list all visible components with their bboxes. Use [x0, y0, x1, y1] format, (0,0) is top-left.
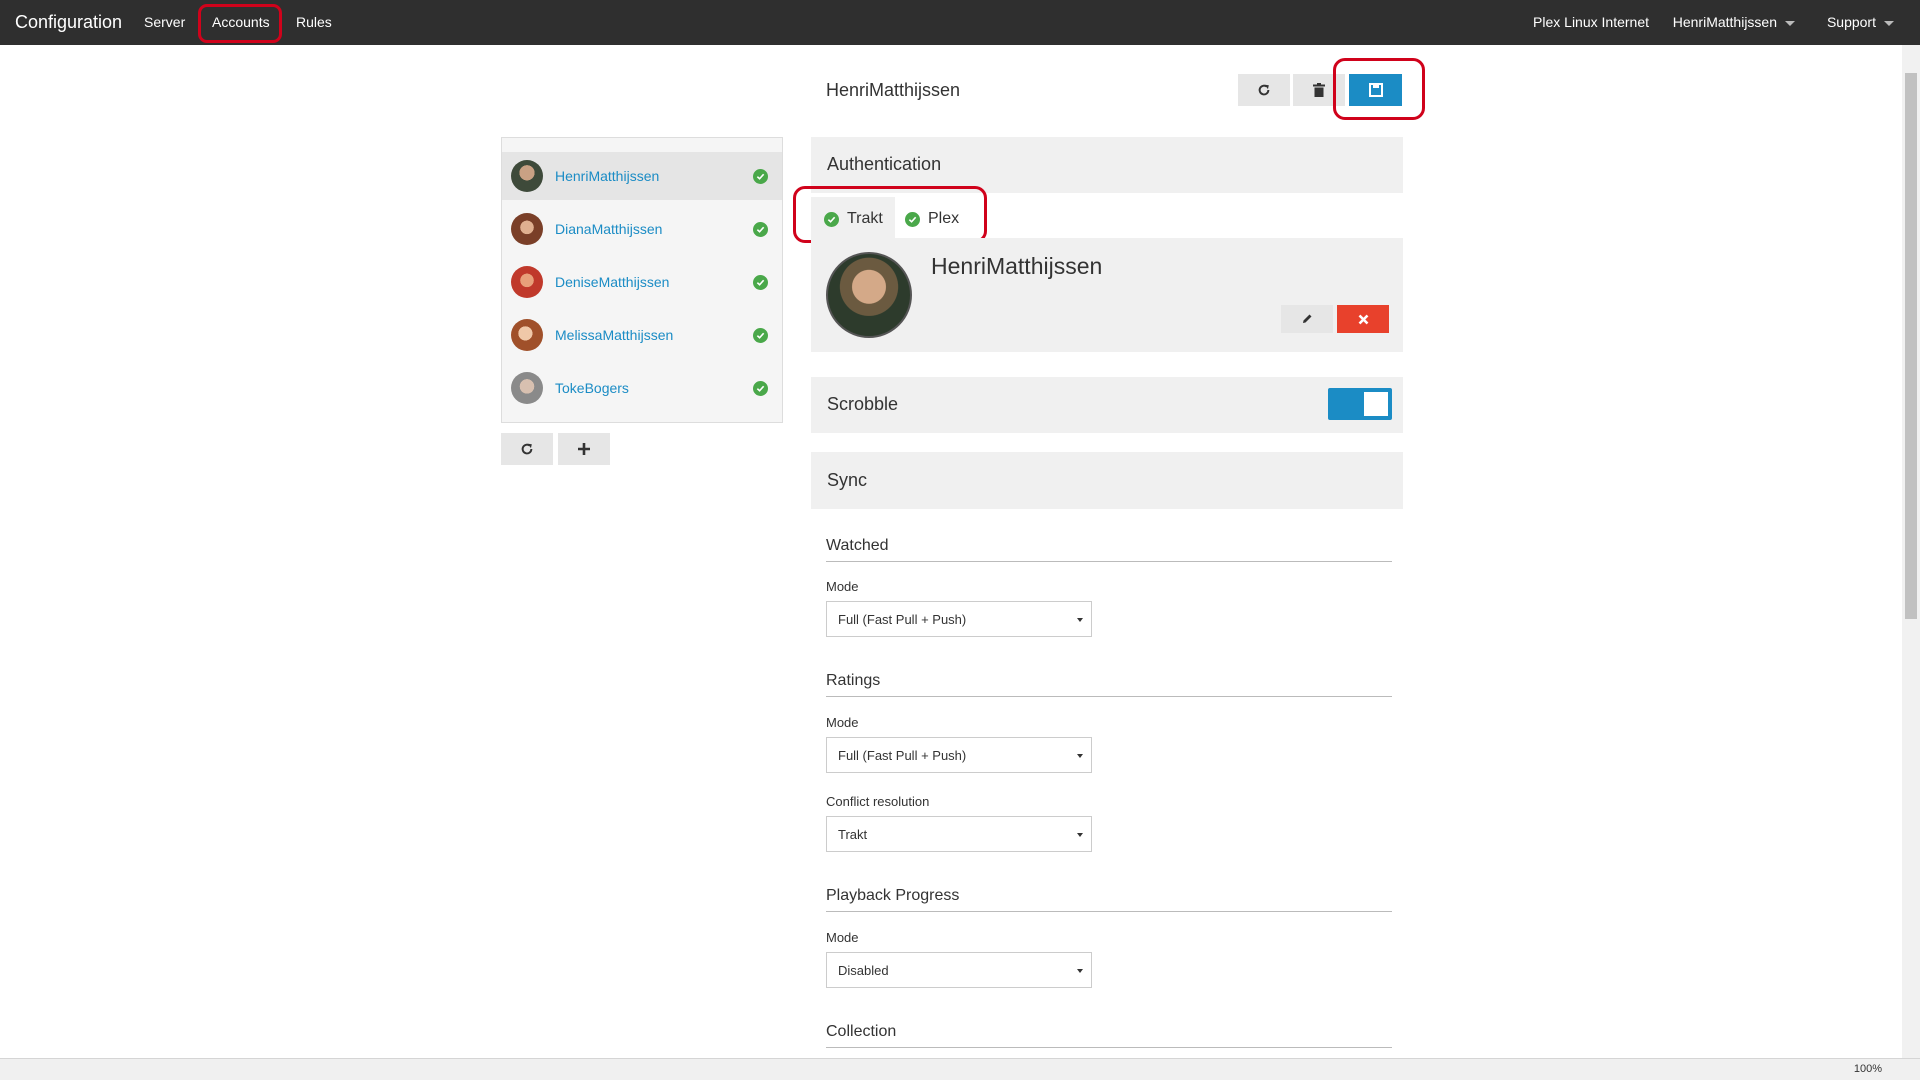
- account-name: DeniseMatthijssen: [555, 274, 670, 290]
- account-item[interactable]: HenriMatthijssen: [502, 152, 782, 200]
- status-bar: 100%: [0, 1058, 1920, 1080]
- scrobble-label: Scrobble: [827, 394, 899, 414]
- authentication-heading: Authentication: [827, 154, 942, 174]
- remove-button[interactable]: [1337, 305, 1389, 333]
- save-button[interactable]: [1349, 74, 1402, 106]
- conflict-resolution-select[interactable]: Trakt: [826, 816, 1092, 852]
- check-circle-icon: [753, 380, 768, 396]
- avatar: [511, 266, 543, 298]
- caret-down-icon: [1077, 754, 1083, 758]
- edit-button[interactable]: [1281, 305, 1333, 333]
- chevron-down-icon: [1785, 20, 1795, 26]
- caret-down-icon: [1077, 618, 1083, 622]
- nav-server[interactable]: Server: [144, 0, 185, 45]
- account-name: MelissaMatthijssen: [555, 327, 674, 343]
- trash-icon: [1313, 83, 1325, 97]
- ratings-mode-label: Mode: [826, 715, 859, 730]
- profile-avatar: [826, 252, 912, 338]
- tab-label: Trakt: [847, 210, 883, 227]
- playback-mode-select[interactable]: Disabled: [826, 952, 1092, 988]
- refresh-accounts-button[interactable]: [501, 433, 553, 465]
- pencil-icon: [1301, 313, 1313, 325]
- tab-label: Plex: [928, 210, 960, 227]
- nav-user-label: HenriMatthijssen: [1672, 14, 1777, 30]
- conflict-resolution-label: Conflict resolution: [826, 794, 930, 809]
- account-item[interactable]: TokeBogers: [502, 364, 782, 412]
- refresh-icon: [520, 442, 534, 456]
- chevron-down-icon: [1884, 20, 1894, 26]
- nav-support-menu[interactable]: Support: [1827, 0, 1894, 45]
- ratings-heading: Ratings: [826, 672, 1392, 697]
- authentication-section-header: Authentication: [811, 137, 1403, 193]
- sync-heading: Sync: [827, 470, 868, 490]
- zoom-level[interactable]: 100%: [1854, 1063, 1882, 1075]
- playback-mode-label: Mode: [826, 930, 859, 945]
- refresh-icon: [1257, 83, 1271, 97]
- nav-server-name[interactable]: Plex Linux Internet: [1533, 0, 1649, 45]
- watched-heading: Watched: [826, 537, 1392, 562]
- caret-down-icon: [1077, 833, 1083, 837]
- check-circle-icon: [905, 211, 920, 227]
- top-navbar: Configuration Server Accounts Rules Plex…: [0, 0, 1920, 45]
- avatar: [511, 372, 543, 404]
- toggle-knob: [1364, 392, 1388, 416]
- account-name: HenriMatthijssen: [555, 168, 660, 184]
- account-item[interactable]: MelissaMatthijssen: [502, 311, 782, 359]
- account-item[interactable]: DianaMatthijssen: [502, 205, 782, 253]
- scrollbar-thumb[interactable]: [1905, 73, 1917, 619]
- select-value: Full (Fast Pull + Push): [838, 747, 967, 763]
- accounts-list: HenriMatthijssen DianaMatthijssen Denise…: [501, 137, 783, 423]
- check-circle-icon: [824, 211, 839, 227]
- account-name: TokeBogers: [555, 380, 629, 396]
- collection-heading: Collection: [826, 1023, 1392, 1048]
- watched-mode-label: Mode: [826, 579, 859, 594]
- tab-trakt[interactable]: Trakt: [811, 197, 895, 241]
- avatar: [511, 213, 543, 245]
- delete-button[interactable]: [1293, 74, 1345, 106]
- nav-support-label: Support: [1826, 14, 1876, 30]
- account-item[interactable]: DeniseMatthijssen: [502, 258, 782, 306]
- playback-progress-heading: Playback Progress: [826, 887, 1392, 912]
- select-value: Disabled: [838, 962, 889, 978]
- brand-title[interactable]: Configuration: [15, 0, 122, 45]
- scrobble-toggle[interactable]: [1328, 388, 1392, 420]
- plus-icon: [577, 442, 591, 456]
- check-circle-icon: [753, 168, 768, 184]
- select-value: Full (Fast Pull + Push): [838, 611, 967, 627]
- scrobble-section: Scrobble: [811, 377, 1403, 433]
- nav-rules[interactable]: Rules: [296, 0, 332, 45]
- ratings-mode-select[interactable]: Full (Fast Pull + Push): [826, 737, 1092, 773]
- check-circle-icon: [753, 221, 768, 237]
- page-title: HenriMatthijssen: [826, 80, 961, 100]
- refresh-button[interactable]: [1238, 74, 1290, 106]
- check-circle-icon: [753, 327, 768, 343]
- save-icon: [1368, 83, 1383, 97]
- avatar: [511, 160, 543, 192]
- close-icon: [1358, 314, 1369, 325]
- nav-user-menu[interactable]: HenriMatthijssen: [1673, 0, 1795, 45]
- add-account-button[interactable]: [558, 433, 610, 465]
- avatar: [511, 319, 543, 351]
- tab-plex[interactable]: Plex: [895, 197, 975, 241]
- select-value: Trakt: [838, 826, 868, 842]
- sync-section-header: Sync: [811, 452, 1403, 509]
- account-name: DianaMatthijssen: [555, 221, 663, 237]
- profile-name: HenriMatthijssen: [931, 253, 1103, 279]
- vertical-scrollbar[interactable]: [1902, 45, 1920, 1058]
- caret-down-icon: [1077, 969, 1083, 973]
- check-circle-icon: [753, 274, 768, 290]
- nav-accounts[interactable]: Accounts: [212, 0, 270, 45]
- watched-mode-select[interactable]: Full (Fast Pull + Push): [826, 601, 1092, 637]
